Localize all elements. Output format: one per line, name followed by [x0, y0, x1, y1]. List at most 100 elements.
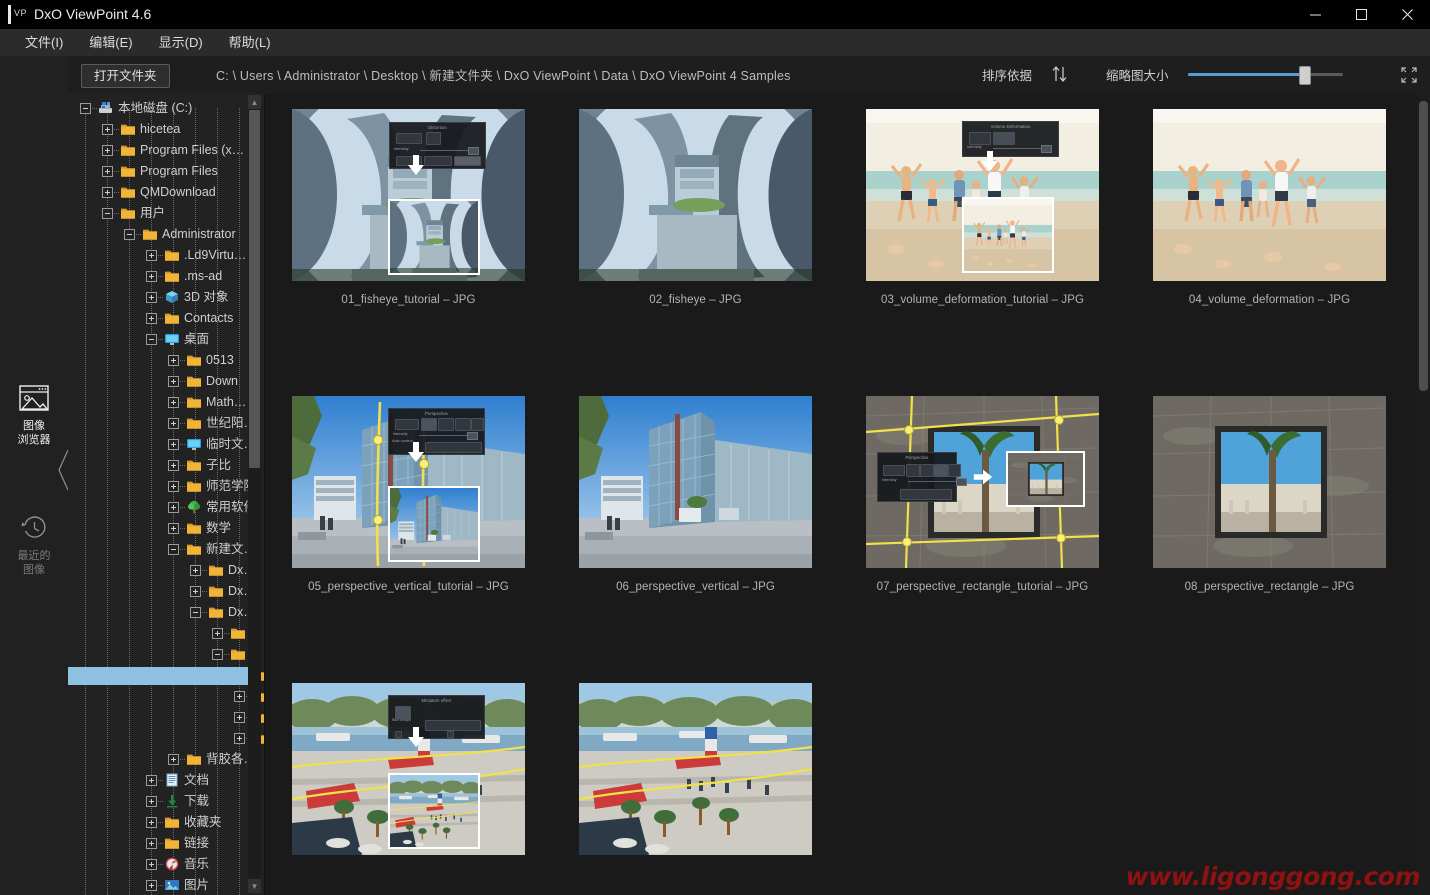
tree-node[interactable]: 收藏夹 — [68, 812, 250, 833]
close-icon[interactable] — [1384, 0, 1430, 29]
expand-icon[interactable] — [1398, 64, 1420, 86]
thumbnail-image[interactable] — [1153, 109, 1386, 281]
tree-toggle-minus-icon[interactable] — [124, 229, 135, 240]
thumbnail-size-slider[interactable] — [1188, 66, 1343, 85]
thumbnail-image[interactable] — [1153, 396, 1386, 568]
tree-toggle-plus-icon[interactable] — [168, 376, 179, 387]
tree-toggle-plus-icon[interactable] — [146, 838, 157, 849]
tree-toggle-minus-icon[interactable] — [212, 649, 223, 660]
tree-toggle-plus-icon[interactable] — [146, 880, 157, 891]
tree-toggle-plus-icon[interactable] — [146, 817, 157, 828]
tree-node[interactable]: 世纪阳… — [68, 413, 256, 434]
tree-toggle-plus-icon[interactable] — [168, 418, 179, 429]
tree-node[interactable]: 下载 — [68, 791, 250, 812]
tree-node[interactable]: .ms-ad — [68, 266, 250, 287]
tree-node[interactable]: 桌面 — [68, 329, 250, 350]
tree-toggle-plus-icon[interactable] — [102, 166, 113, 177]
rail-item-image-browser[interactable]: 图像 浏览器 — [0, 381, 68, 447]
tree-toggle-plus-icon[interactable] — [102, 124, 113, 135]
tree-node[interactable]: Dx… — [68, 602, 256, 623]
tree-node[interactable]: hicetea — [68, 119, 250, 140]
tree-toggle-plus-icon[interactable] — [168, 397, 179, 408]
tree-node[interactable]: Dx… — [68, 560, 256, 581]
caret-up-icon[interactable]: ▲ — [248, 95, 261, 109]
tree-node[interactable] — [68, 686, 264, 707]
thumbnail-image[interactable]: Perspective intensity — [866, 396, 1099, 568]
tree-node[interactable]: 文档 — [68, 770, 250, 791]
thumbnail-cell[interactable]: Perspective intensity Axis control 05_persp… — [265, 396, 552, 593]
rail-item-recent-images[interactable]: 最近的 图像 — [0, 511, 68, 577]
tree-node[interactable]: 本地磁盘 (C:) — [68, 98, 250, 119]
thumbnail-cell[interactable]: Distortion intensity 01_fisheye_tutorial –… — [265, 109, 552, 306]
tree-node[interactable]: 背胶各… — [68, 749, 256, 770]
thumbnail-cell[interactable]: 06_perspective_vertical – JPG — [552, 396, 839, 593]
tree-toggle-plus-icon[interactable] — [168, 460, 179, 471]
thumbnail-image[interactable] — [579, 683, 812, 855]
tree-toggle-plus-icon[interactable] — [146, 250, 157, 261]
tree-node[interactable]: Contacts — [68, 308, 250, 329]
tree-toggle-plus-icon[interactable] — [146, 313, 157, 324]
menu-help[interactable]: 帮助(L) — [216, 29, 284, 56]
tree-node[interactable]: Dx… — [68, 581, 256, 602]
tree-node[interactable]: Administrator — [68, 224, 250, 245]
tree-toggle-plus-icon[interactable] — [146, 775, 157, 786]
tree-toggle-minus-icon[interactable] — [168, 544, 179, 555]
menu-view[interactable]: 显示(D) — [146, 29, 216, 56]
tree-toggle-minus-icon[interactable] — [102, 208, 113, 219]
tree-node[interactable]: 常用软件 — [68, 497, 256, 518]
tree-toggle-plus-icon[interactable] — [102, 187, 113, 198]
tree-node[interactable]: QMDownload — [68, 182, 250, 203]
thumbnail-image[interactable]: Perspective intensity Axis control — [292, 396, 525, 568]
sort-arrows-icon[interactable] — [1050, 64, 1070, 89]
thumbnail-cell[interactable]: 08_perspective_rectangle – JPG — [1126, 396, 1413, 593]
tree-toggle-plus-icon[interactable] — [168, 481, 179, 492]
tree-scrollbar[interactable]: ▲ ▼ — [248, 95, 261, 893]
content-scrollbar-thumb[interactable] — [1419, 101, 1428, 391]
thumbnail-image[interactable] — [579, 109, 812, 281]
tree-node[interactable] — [68, 623, 250, 644]
folder-tree-panel[interactable]: 本地磁盘 (C:) hicetea Program Files (x… Program… — [68, 93, 265, 895]
open-folder-button[interactable]: 打开文件夹 — [81, 64, 170, 88]
thumbnail-cell[interactable]: Miniature effect Blur shape — [265, 683, 552, 868]
tree-node[interactable]: 链接 — [68, 833, 250, 854]
tree-node[interactable]: 用户 — [68, 203, 250, 224]
tree-toggle-plus-icon[interactable] — [146, 292, 157, 303]
tree-node[interactable]: 师范学院 — [68, 476, 256, 497]
menu-edit[interactable]: 编辑(E) — [76, 29, 145, 56]
tree-toggle-plus-icon[interactable] — [168, 523, 179, 534]
tree-toggle-plus-icon[interactable] — [168, 502, 179, 513]
tree-toggle-plus-icon[interactable] — [146, 859, 157, 870]
tree-toggle-plus-icon[interactable] — [146, 796, 157, 807]
tree-node[interactable]: Program Files (x… — [68, 140, 250, 161]
tree-toggle-plus-icon[interactable] — [146, 271, 157, 282]
thumbnail-cell[interactable]: Perspective intensity 07_perspective_recta… — [839, 396, 1126, 593]
tree-node[interactable]: 图片 — [68, 875, 250, 895]
tree-node[interactable] — [68, 665, 264, 686]
slider-handle[interactable] — [1299, 66, 1311, 85]
tree-node[interactable] — [68, 728, 264, 749]
tree-toggle-plus-icon[interactable] — [168, 355, 179, 366]
tree-toggle-plus-icon[interactable] — [190, 565, 201, 576]
thumbnail-cell[interactable] — [552, 683, 839, 868]
tree-toggle-plus-icon[interactable] — [102, 145, 113, 156]
thumbnail-cell[interactable]: Volume Deformation intensity 03_volume_def… — [839, 109, 1126, 306]
thumbnail-image[interactable] — [579, 396, 812, 568]
tree-node[interactable]: Down — [68, 371, 250, 392]
tree-node[interactable]: 数学 — [68, 518, 250, 539]
tree-toggle-plus-icon[interactable] — [212, 628, 223, 639]
tree-node[interactable]: 0513 — [68, 350, 250, 371]
tree-toggle-plus-icon[interactable] — [168, 439, 179, 450]
tree-toggle-minus-icon[interactable] — [80, 103, 91, 114]
thumbnail-cell[interactable]: 04_volume_deformation – JPG — [1126, 109, 1413, 306]
tree-toggle-plus-icon[interactable] — [190, 586, 201, 597]
tree-node[interactable]: Math… — [68, 392, 250, 413]
tree-node[interactable] — [68, 644, 250, 665]
tree-scrollbar-thumb[interactable] — [249, 110, 260, 468]
tree-node[interactable]: 新建文… — [68, 539, 256, 560]
maximize-icon[interactable] — [1338, 0, 1384, 29]
tree-node[interactable]: 3D 对象 — [68, 287, 250, 308]
tree-toggle-plus-icon[interactable] — [168, 754, 179, 765]
tree-toggle-plus-icon[interactable] — [234, 712, 245, 723]
thumbnail-image[interactable]: Distortion intensity — [292, 109, 525, 281]
menu-file[interactable]: 文件(I) — [12, 29, 76, 56]
